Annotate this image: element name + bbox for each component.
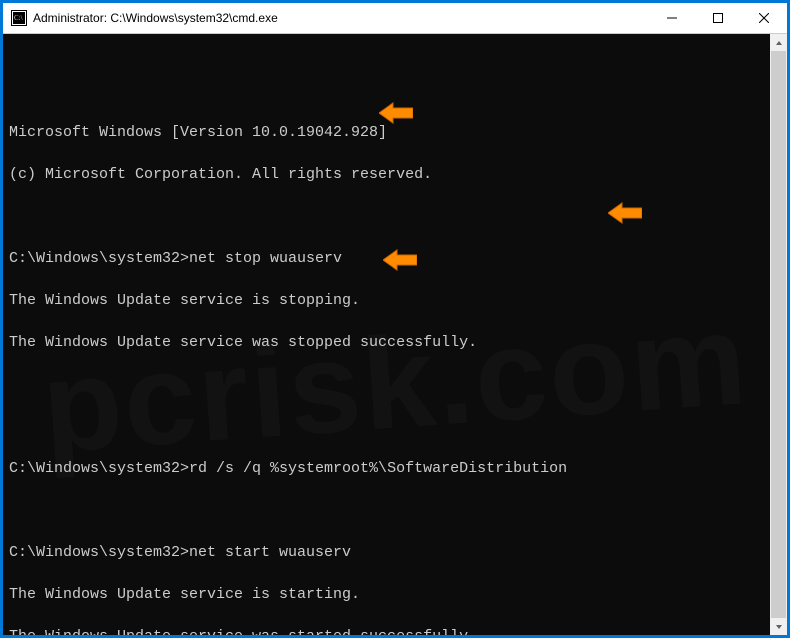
window-controls bbox=[649, 3, 787, 33]
output-line: The Windows Update service was stopped s… bbox=[9, 332, 781, 353]
window-title: Administrator: C:\Windows\system32\cmd.e… bbox=[33, 11, 278, 25]
prompt-line: C:\Windows\system32>net start wuauserv bbox=[9, 542, 781, 563]
output-line: Microsoft Windows [Version 10.0.19042.92… bbox=[9, 122, 781, 143]
output-line: The Windows Update service is starting. bbox=[9, 584, 781, 605]
terminal-area[interactable]: pcrisk.com Microsoft Windows [Version 10… bbox=[3, 33, 787, 635]
titlebar[interactable]: C:\ Administrator: C:\Windows\system32\c… bbox=[3, 3, 787, 33]
prompt-text: C:\Windows\system32> bbox=[9, 250, 189, 267]
prompt-line: C:\Windows\system32>net stop wuauserv bbox=[9, 248, 781, 269]
blank-line bbox=[9, 416, 781, 437]
command-text: rd /s /q %systemroot%\SoftwareDistributi… bbox=[189, 460, 567, 477]
scroll-down-button[interactable] bbox=[770, 618, 787, 635]
scroll-up-button[interactable] bbox=[770, 34, 787, 51]
scroll-track[interactable] bbox=[770, 51, 787, 618]
vertical-scrollbar[interactable] bbox=[770, 34, 787, 635]
blank-line bbox=[9, 500, 781, 521]
scroll-thumb[interactable] bbox=[771, 51, 786, 618]
close-button[interactable] bbox=[741, 3, 787, 33]
output-line: The Windows Update service was started s… bbox=[9, 626, 781, 635]
command-text: net start wuauserv bbox=[189, 544, 351, 561]
prompt-text: C:\Windows\system32> bbox=[9, 460, 189, 477]
prompt-line: C:\Windows\system32>rd /s /q %systemroot… bbox=[9, 458, 781, 479]
terminal-content: Microsoft Windows [Version 10.0.19042.92… bbox=[9, 101, 781, 635]
blank-line bbox=[9, 374, 781, 395]
minimize-button[interactable] bbox=[649, 3, 695, 33]
cmd-window: C:\ Administrator: C:\Windows\system32\c… bbox=[3, 3, 787, 635]
output-line: The Windows Update service is stopping. bbox=[9, 290, 781, 311]
prompt-text: C:\Windows\system32> bbox=[9, 544, 189, 561]
output-line: (c) Microsoft Corporation. All rights re… bbox=[9, 164, 781, 185]
cmd-icon: C:\ bbox=[11, 10, 27, 26]
maximize-button[interactable] bbox=[695, 3, 741, 33]
svg-text:C:\: C:\ bbox=[14, 14, 23, 22]
command-text: net stop wuauserv bbox=[189, 250, 342, 267]
blank-line bbox=[9, 206, 781, 227]
